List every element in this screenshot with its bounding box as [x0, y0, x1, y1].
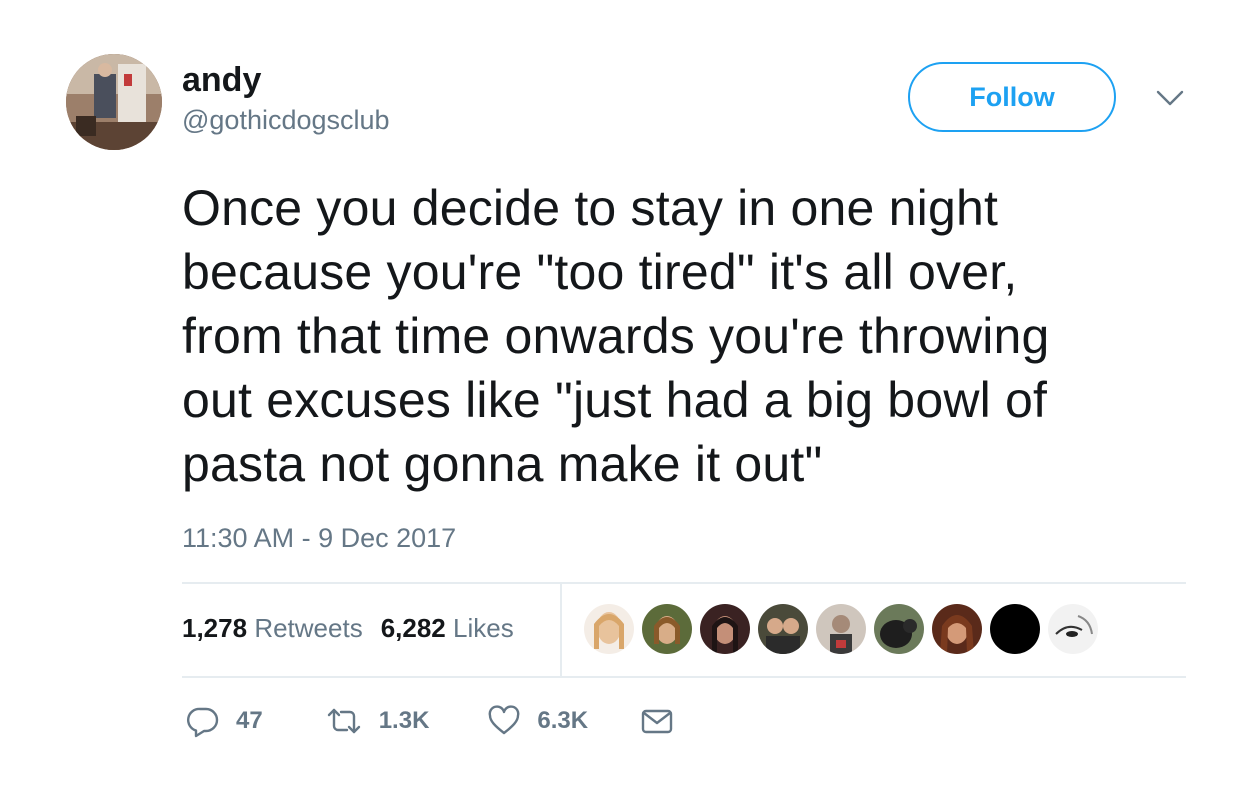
liker-avatar-4[interactable]: [758, 604, 808, 654]
tweet-text-line: because you're "too tired" it's all over…: [182, 244, 1018, 300]
liker-avatar-7[interactable]: [932, 604, 982, 654]
retweet-count: 1.3K: [378, 707, 430, 734]
stats-vertical-divider: [560, 584, 562, 676]
like-count: 6.3K: [537, 707, 589, 734]
tweet-stats: 1,278 Retweets 6,282 Likes: [182, 612, 514, 644]
heart-icon: [489, 705, 520, 735]
retweets-label: Retweets: [254, 613, 363, 643]
liker-avatar-6[interactable]: [874, 604, 924, 654]
liker-avatar-9[interactable]: [1048, 604, 1098, 654]
reply-count: 47: [236, 707, 263, 734]
liker-avatar-5[interactable]: [816, 604, 866, 654]
divider: [182, 582, 1186, 584]
divider: [182, 676, 1186, 678]
tweet-actions: 47 1.3K 6.3K: [186, 704, 674, 738]
direct-message-button[interactable]: [640, 704, 674, 738]
retweet-button[interactable]: 1.3K: [325, 704, 430, 738]
user-handle[interactable]: @gothicdogsclub: [182, 104, 390, 136]
tweet-text-line: pasta not gonna make it out": [182, 436, 823, 492]
user-avatar[interactable]: [66, 54, 162, 150]
liker-avatar-1[interactable]: [584, 604, 634, 654]
retweets-count: 1,278: [182, 613, 248, 643]
more-options-caret[interactable]: [1152, 84, 1188, 112]
tweet-text-line: out excuses like "just had a big bowl of: [182, 372, 1048, 428]
tweet-text-line: Once you decide to stay in one night: [182, 180, 999, 236]
likes-label: Likes: [453, 613, 514, 643]
retweet-icon: [327, 708, 360, 734]
reply-icon: [187, 707, 219, 738]
liker-avatars: [584, 604, 1098, 656]
chevron-down-icon: [1156, 90, 1184, 106]
user-display-name[interactable]: andy: [182, 60, 261, 100]
liker-avatar-3[interactable]: [700, 604, 750, 654]
reply-button[interactable]: 47: [186, 704, 263, 738]
avatar-photo: [66, 54, 162, 150]
envelope-icon: [641, 709, 673, 734]
liker-avatar-2[interactable]: [642, 604, 692, 654]
follow-button[interactable]: Follow: [908, 62, 1116, 132]
tweet-text: Once you decide to stay in one night bec…: [182, 176, 1202, 496]
likes-count: 6,282: [380, 613, 446, 643]
tweet-timestamp[interactable]: 11:30 AM - 9 Dec 2017: [182, 522, 456, 554]
liker-avatar-8[interactable]: [990, 604, 1040, 654]
like-button[interactable]: 6.3K: [487, 704, 588, 738]
retweets-stat[interactable]: 1,278 Retweets: [182, 613, 363, 643]
likes-stat[interactable]: 6,282 Likes: [381, 613, 514, 643]
tweet-text-line: from that time onwards you're throwing: [182, 308, 1050, 364]
